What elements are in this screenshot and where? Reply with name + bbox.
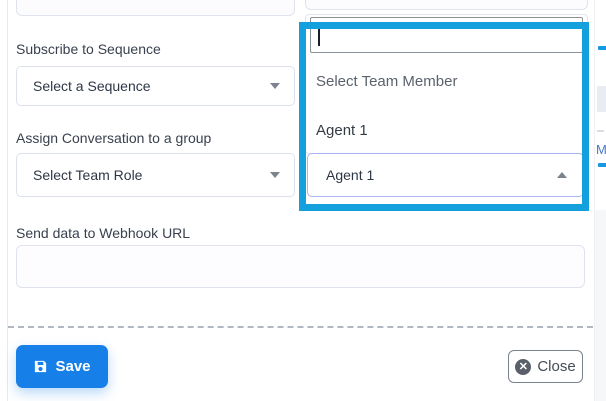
team-member-select-value: Agent 1 xyxy=(326,167,557,183)
background-blue-dash xyxy=(598,46,606,50)
caret-up-icon xyxy=(557,172,567,178)
webhook-url-label: Send data to Webhook URL xyxy=(16,225,190,241)
background-gray-box xyxy=(597,86,606,112)
sequence-select[interactable]: Select a Sequence xyxy=(16,66,295,106)
background-page-sliver: M xyxy=(594,0,606,401)
circle-x-icon: ✕ xyxy=(515,359,531,375)
background-panel xyxy=(595,210,606,401)
text-cursor xyxy=(318,26,320,46)
team-member-search-input[interactable] xyxy=(310,17,583,53)
team-role-select-value: Select Team Role xyxy=(33,167,270,183)
save-button-label: Save xyxy=(55,358,90,375)
automation-settings-modal: M Subscribe to Sequence Select a Sequenc… xyxy=(0,0,606,401)
dropdown-option-agent-1[interactable]: Agent 1 xyxy=(316,122,368,140)
floppy-disk-icon xyxy=(33,359,48,374)
caret-down-icon xyxy=(270,172,280,178)
save-button[interactable]: Save xyxy=(16,345,108,388)
close-button[interactable]: ✕ Close xyxy=(508,350,583,383)
team-member-select[interactable]: Agent 1 xyxy=(307,153,584,197)
background-partial-text: M xyxy=(596,143,606,157)
dropdown-option-select-team-member[interactable]: Select Team Member xyxy=(316,73,457,91)
sequence-select-value: Select a Sequence xyxy=(33,78,270,94)
caret-down-icon xyxy=(270,83,280,89)
webhook-url-input[interactable] xyxy=(16,245,585,288)
background-blue-dash xyxy=(598,163,606,167)
background-gray-line xyxy=(597,130,604,132)
team-role-select[interactable]: Select Team Role xyxy=(16,153,295,197)
modal-left-border xyxy=(7,0,8,401)
footer-divider xyxy=(8,326,593,328)
assign-group-label: Assign Conversation to a group xyxy=(16,130,211,146)
partial-input-right[interactable] xyxy=(305,0,588,10)
subscribe-to-sequence-label: Subscribe to Sequence xyxy=(16,41,161,57)
partial-input-left[interactable] xyxy=(16,0,295,16)
close-button-label: Close xyxy=(537,358,575,375)
